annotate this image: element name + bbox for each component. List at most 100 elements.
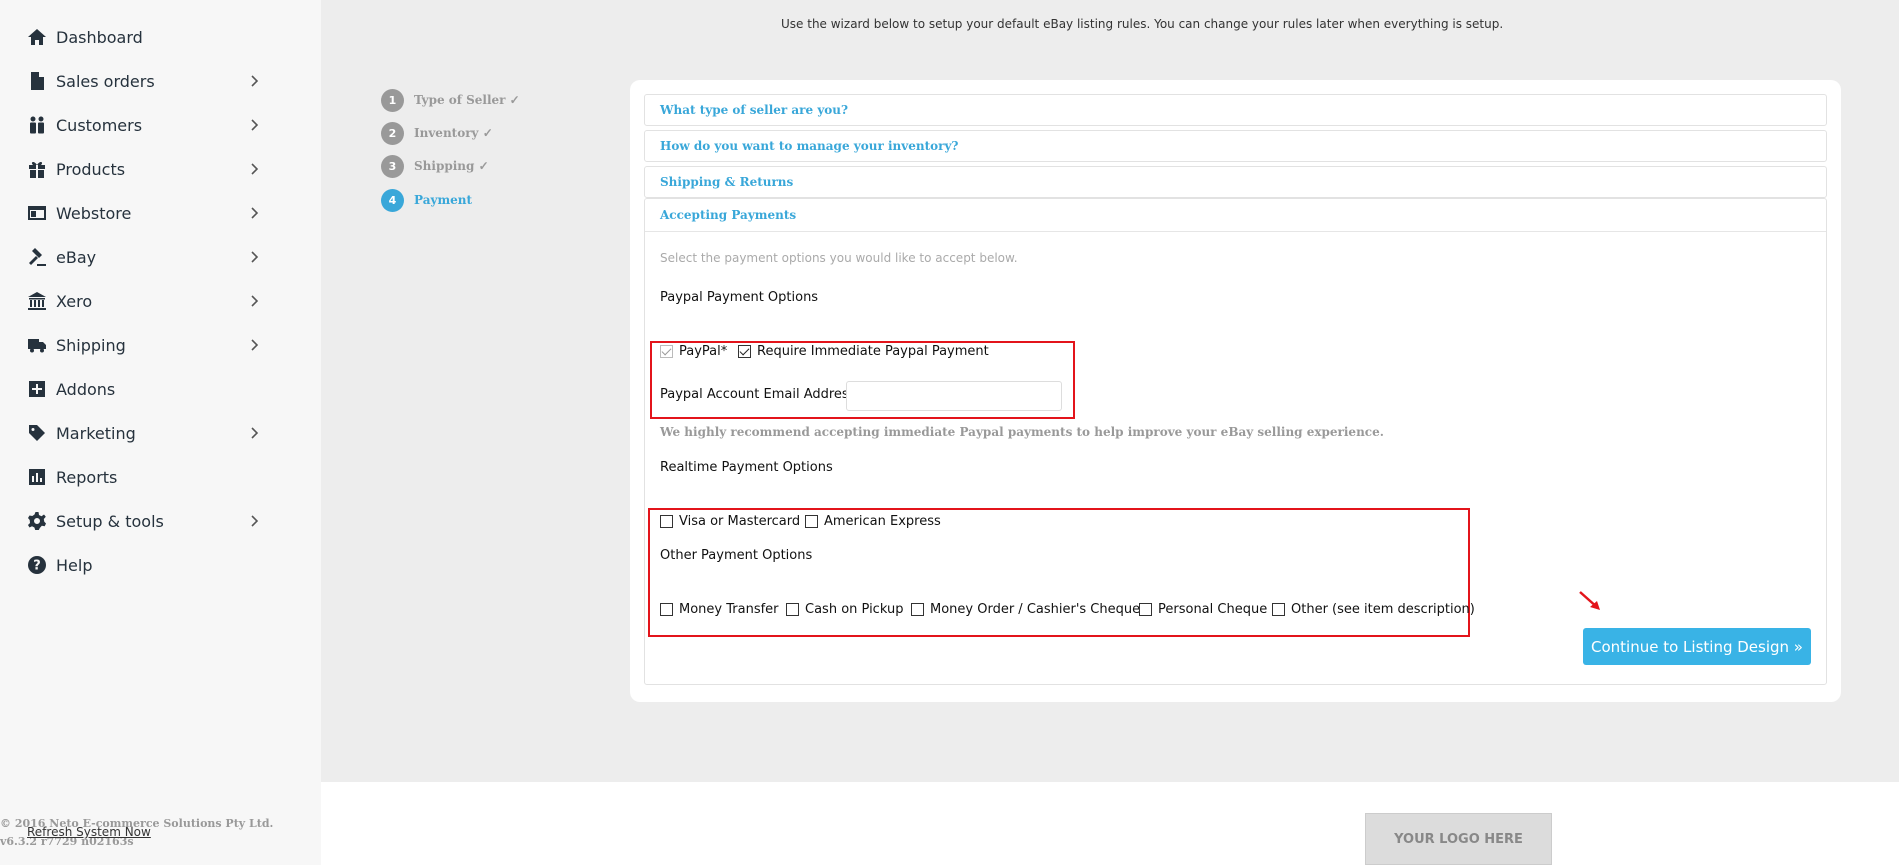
sidebar-item-marketing[interactable]: Marketing <box>26 418 270 448</box>
sidebar-item-label: eBay <box>56 247 97 267</box>
american-express-checkbox[interactable]: American Express <box>805 514 941 529</box>
paypal-email-field[interactable] <box>846 381 1062 411</box>
step-number: 4 <box>381 188 404 212</box>
payment-hint-text: Select the payment options you would lik… <box>660 251 1018 265</box>
paypal-options-heading: Paypal Payment Options <box>660 290 819 305</box>
gift-icon <box>26 158 48 180</box>
chevron-right-icon <box>246 249 262 265</box>
checkbox-label: Visa or Mastercard <box>679 514 801 529</box>
step-label: Type of Seller ✓ <box>414 93 520 107</box>
sidebar-item-label: Addons <box>56 379 116 399</box>
plus-square-icon <box>26 378 48 400</box>
accordion-header[interactable]: What type of seller are you? <box>645 95 1826 125</box>
accordion-header[interactable]: Shipping & Returns <box>645 167 1826 197</box>
checkbox-box[interactable] <box>805 515 818 528</box>
checkbox-label: Cash on Pickup <box>805 602 904 617</box>
tag-icon <box>26 422 48 444</box>
checkbox-label: Money Order / Cashier's Cheque <box>930 602 1141 617</box>
sidebar-item-label: Xero <box>56 291 93 311</box>
checkbox-box[interactable] <box>660 515 673 528</box>
sidebar: Dashboard Sales orders Customers Product… <box>0 0 321 865</box>
document-icon <box>26 70 48 92</box>
truck-icon <box>26 334 48 356</box>
sidebar-item-sales-orders[interactable]: Sales orders <box>26 66 270 96</box>
gear-icon <box>26 510 48 532</box>
bar-chart-icon <box>26 466 48 488</box>
sidebar-item-dashboard[interactable]: Dashboard <box>26 22 270 52</box>
checkbox-box[interactable] <box>738 345 751 358</box>
wizard-step-payment[interactable]: 4 Payment <box>381 188 472 212</box>
checkbox-box[interactable] <box>1272 603 1285 616</box>
other-payment-checkbox[interactable]: Other (see item description) <box>1272 602 1475 617</box>
checkbox-box[interactable] <box>786 603 799 616</box>
gavel-icon <box>26 246 48 268</box>
accordion-seller-type[interactable]: What type of seller are you? <box>644 94 1827 126</box>
paypal-email-label: Paypal Account Email Address <box>660 387 856 402</box>
continue-to-listing-design-button[interactable]: Continue to Listing Design » <box>1583 628 1811 665</box>
chevron-right-icon <box>246 73 262 89</box>
step-number: 2 <box>381 121 404 145</box>
sidebar-item-label: Reports <box>56 467 118 487</box>
paypal-checkbox: PayPal* <box>660 344 727 359</box>
sidebar-item-label: Marketing <box>56 423 136 443</box>
chevron-right-icon <box>246 293 262 309</box>
sidebar-item-setup-tools[interactable]: Setup & tools <box>26 506 270 536</box>
checkbox-label: Require Immediate Paypal Payment <box>757 344 989 359</box>
sidebar-item-label: Sales orders <box>56 71 155 91</box>
red-arrow-icon <box>1579 591 1600 610</box>
personal-cheque-checkbox[interactable]: Personal Cheque <box>1139 602 1267 617</box>
people-icon <box>26 114 48 136</box>
chevron-right-icon <box>246 337 262 353</box>
wizard-step-inventory[interactable]: 2 Inventory ✓ <box>381 121 493 145</box>
chevron-right-icon <box>246 205 262 221</box>
cash-on-pickup-checkbox[interactable]: Cash on Pickup <box>786 602 903 617</box>
visa-mastercard-checkbox[interactable]: Visa or Mastercard <box>660 514 800 529</box>
page-title-fragment <box>1138 0 1174 4</box>
wizard-intro-text: Use the wizard below to setup your defau… <box>781 17 1504 31</box>
money-order-checkbox[interactable]: Money Order / Cashier's Cheque <box>911 602 1140 617</box>
sidebar-item-label: Products <box>56 159 126 179</box>
sidebar-item-addons[interactable]: Addons <box>26 374 270 404</box>
sidebar-item-help[interactable]: ? Help <box>26 550 270 580</box>
chevron-right-icon <box>246 117 262 133</box>
sidebar-item-label: Help <box>56 555 93 575</box>
sidebar-item-ebay[interactable]: eBay <box>26 242 270 272</box>
step-label: Shipping ✓ <box>414 159 489 173</box>
sidebar-item-customers[interactable]: Customers <box>26 110 270 140</box>
sidebar-item-products[interactable]: Products <box>26 154 270 184</box>
checkbox-label: American Express <box>824 514 941 529</box>
checkbox-label: Other (see item description) <box>1291 602 1475 617</box>
home-icon <box>26 26 48 48</box>
step-number: 1 <box>381 88 404 112</box>
chevron-right-icon <box>246 161 262 177</box>
sidebar-item-label: Shipping <box>56 335 126 355</box>
accordion-shipping-returns[interactable]: Shipping & Returns <box>644 166 1827 198</box>
svg-text:?: ? <box>33 559 41 574</box>
money-transfer-checkbox[interactable]: Money Transfer <box>660 602 779 617</box>
accordion-inventory[interactable]: How do you want to manage your inventory… <box>644 130 1827 162</box>
sidebar-item-label: Webstore <box>56 203 132 223</box>
sidebar-item-label: Dashboard <box>56 27 143 47</box>
sidebar-item-label: Setup & tools <box>56 511 164 531</box>
sidebar-item-reports[interactable]: Reports <box>26 462 270 492</box>
accordion-header[interactable]: Accepting Payments <box>645 199 1826 232</box>
checkbox-box <box>660 345 673 358</box>
sidebar-item-webstore[interactable]: Webstore <box>26 198 270 228</box>
sidebar-item-xero[interactable]: Xero <box>26 286 270 316</box>
browser-window-icon <box>26 202 48 224</box>
step-label: Payment <box>414 193 473 207</box>
wizard-step-type-of-seller[interactable]: 1 Type of Seller ✓ <box>381 88 520 112</box>
step-label: Inventory ✓ <box>414 126 493 140</box>
checkbox-box[interactable] <box>660 603 673 616</box>
checkbox-label: Personal Cheque <box>1158 602 1268 617</box>
step-number: 3 <box>381 154 404 178</box>
checkbox-box[interactable] <box>1139 603 1152 616</box>
checkbox-box[interactable] <box>911 603 924 616</box>
accordion-header[interactable]: How do you want to manage your inventory… <box>645 131 1826 161</box>
refresh-system-link[interactable]: Refresh System Now <box>27 825 151 839</box>
require-immediate-payment-checkbox[interactable]: Require Immediate Paypal Payment <box>738 344 989 359</box>
sidebar-item-shipping[interactable]: Shipping <box>26 330 270 360</box>
other-options-heading: Other Payment Options <box>660 548 813 563</box>
wizard-step-shipping[interactable]: 3 Shipping ✓ <box>381 154 489 178</box>
chevron-right-icon <box>246 513 262 529</box>
